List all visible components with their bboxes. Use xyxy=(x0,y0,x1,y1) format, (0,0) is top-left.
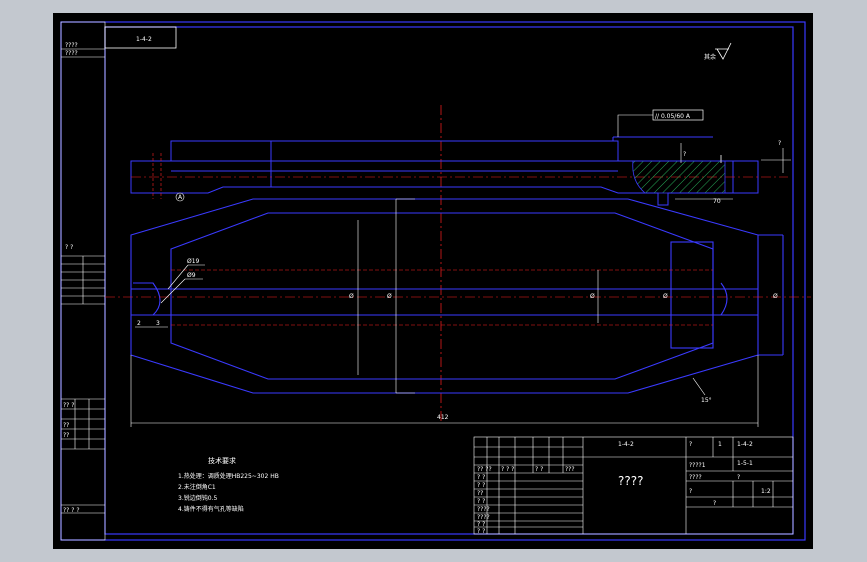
dim-bore-1: Ø xyxy=(349,293,354,300)
front-view-outline xyxy=(130,198,784,394)
tb-row-0: ?? ?? xyxy=(477,466,492,473)
tb-part-code: 1-4-2 xyxy=(618,441,634,448)
tb-row-0c: ? ? xyxy=(535,466,543,473)
dim-left-offset-2: 3 xyxy=(156,320,160,327)
dim-left-dia-1: Ø19 xyxy=(187,258,200,265)
tb-right-row2: ? xyxy=(689,488,692,495)
left-row-3: ?? xyxy=(63,432,69,439)
notes-line-4: 4.铸件不得有气孔等缺陷 xyxy=(178,505,244,513)
tb-part-code-alt: 1-5-1 xyxy=(737,460,753,467)
left-mid-pair: ? ? xyxy=(65,244,73,251)
drawing-sheet: 1-4-2 ???? ???? ? ? ?? ? ?? ?? ?? ? ? 其余 xyxy=(53,13,813,549)
tb-right-a: ? xyxy=(689,441,692,448)
roughness-symbol xyxy=(715,42,732,60)
left-grid-upper xyxy=(61,255,105,305)
tb-row-7: ? ? xyxy=(477,521,485,528)
tb-part-code-right: 1-4-2 xyxy=(737,441,753,448)
tb-row-1: ? ? xyxy=(477,474,485,481)
notes-line-1: 1.热处理：调质处理HB225~302 HB xyxy=(178,472,279,480)
dim-left-offset-1: 2 xyxy=(137,320,141,327)
tb-row-6: ???? xyxy=(477,514,490,521)
tb-row-2: ? ? xyxy=(477,482,485,489)
notes-line-3: 3.锐边倒钝0.5 xyxy=(178,494,217,502)
left-bottom-row: ?? ? ? xyxy=(63,507,80,514)
left-row-2: ?? xyxy=(63,422,69,429)
tb-scale: 1:2 xyxy=(761,488,771,495)
tb-right-b: 1 xyxy=(718,441,722,448)
dim-bore-3: Ø xyxy=(590,293,595,300)
tb-row-0d: ??? xyxy=(565,466,575,473)
left-code-2: ???? xyxy=(65,50,78,57)
hatched-section xyxy=(632,160,726,194)
dim-bore-2: Ø xyxy=(387,293,392,300)
roughness-text: 其余 xyxy=(704,53,716,61)
left-row-1: ?? ? xyxy=(63,402,74,409)
tb-row-8: ? ? xyxy=(477,528,485,535)
tb-right-row3: ? xyxy=(713,500,716,507)
tb-row-0b: ? ? ? xyxy=(501,466,514,473)
tb-title: ???? xyxy=(618,474,643,488)
notes-title: 技术要求 xyxy=(208,456,236,465)
front-hidden-lines xyxy=(171,269,713,326)
dim-angle: 15° xyxy=(701,397,712,404)
tb-row-4: ? ? xyxy=(477,498,485,505)
tb-row-3: ?? xyxy=(477,490,483,497)
dim-left-dia-2: Ø9 xyxy=(187,272,196,279)
part-code-top: 1-4-2 xyxy=(136,36,152,43)
tb-right-row1: ? xyxy=(737,474,740,481)
cad-drawing: 1-4-2 ???? ???? ? ? ?? ? ?? ?? ?? ? ? 其余 xyxy=(60,21,811,541)
dim-total-length: 412 xyxy=(437,414,449,421)
notes-line-2: 2.未注倒角C1 xyxy=(178,483,216,491)
left-code: ???? xyxy=(65,42,78,49)
dim-right-top: ? xyxy=(778,140,781,147)
dim-right-width: 70 xyxy=(713,198,721,205)
dim-bore-4: Ø xyxy=(663,293,668,300)
tolerance-text: // 0.05/60 A xyxy=(655,113,691,120)
tb-row-5: ???? xyxy=(477,506,490,513)
left-grid-lower xyxy=(61,398,105,514)
dim-right-small: ? xyxy=(683,151,686,158)
dim-bore-5: Ø xyxy=(773,293,778,300)
tb-drawing-no: ????1 xyxy=(689,462,706,469)
tb-material: ???? xyxy=(689,474,702,481)
